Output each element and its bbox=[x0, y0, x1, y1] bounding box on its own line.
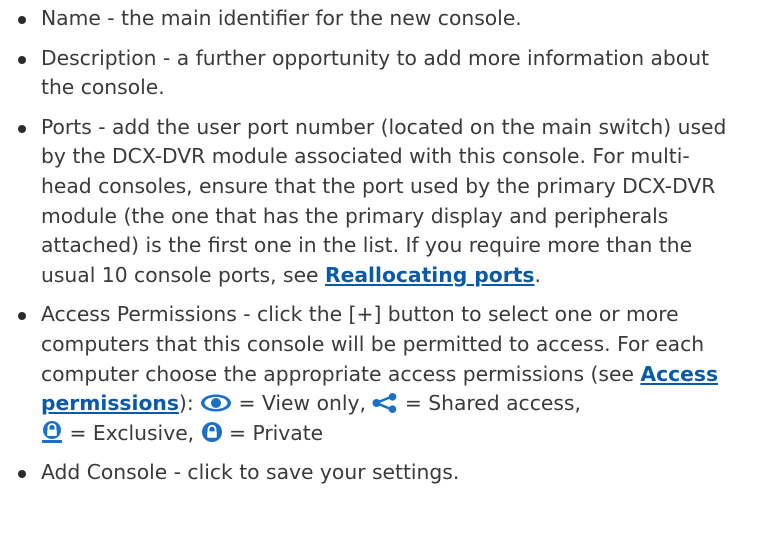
list-item-name: Name - the main identifier for the new c… bbox=[18, 4, 738, 34]
list-item-description: Description - a further opportunity to a… bbox=[18, 44, 738, 103]
ports-period: . bbox=[534, 262, 541, 287]
description-description: Description - a further opportunity to a… bbox=[41, 45, 710, 100]
list-item-add-console: Add Console - click to save your setting… bbox=[18, 458, 738, 488]
exclusive-lock-icon bbox=[42, 420, 62, 443]
view-only-label: = View only, bbox=[232, 391, 373, 416]
access-after-link: ): bbox=[178, 391, 201, 416]
ports-description: Ports - add the user port number (locate… bbox=[41, 114, 727, 287]
shared-access-label: = Shared access, bbox=[398, 391, 581, 416]
bullet-icon bbox=[18, 470, 26, 479]
bullet-icon bbox=[18, 16, 26, 24]
list-item-access-permissions: Access Permissions - click the [+] butto… bbox=[18, 300, 738, 448]
add-console-description: Add Console - click to save your setting… bbox=[41, 460, 460, 485]
share-icon bbox=[372, 393, 397, 414]
bullet-icon bbox=[18, 312, 26, 321]
exclusive-label: = Exclusive, bbox=[63, 420, 201, 445]
private-lock-icon bbox=[201, 421, 222, 442]
bullet-icon bbox=[18, 55, 26, 64]
name-description: Name - the main identifier for the new c… bbox=[41, 6, 522, 30]
list-item-ports: Ports - add the user port number (locate… bbox=[18, 113, 738, 291]
private-label: = Private bbox=[222, 420, 324, 445]
bullet-list: Name - the main identifier for the new c… bbox=[18, 4, 738, 498]
eye-icon bbox=[201, 394, 232, 412]
access-permissions-description: Access Permissions - click the [+] butto… bbox=[41, 302, 705, 386]
bullet-icon bbox=[18, 124, 26, 133]
reallocating-ports-link[interactable]: Reallocating ports bbox=[325, 263, 535, 287]
